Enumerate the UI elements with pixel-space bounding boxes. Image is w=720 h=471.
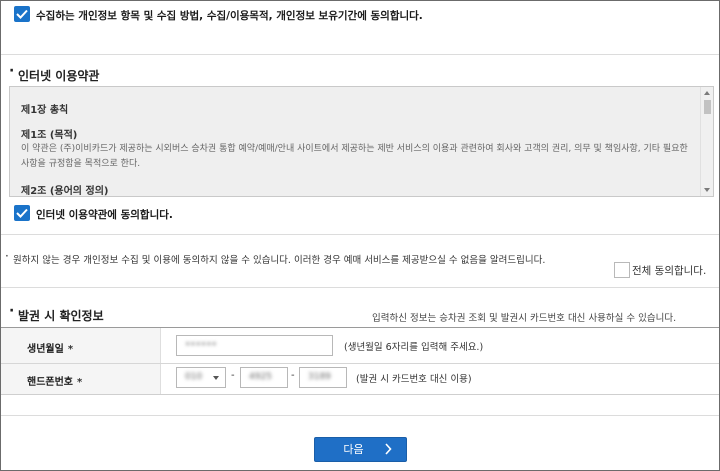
divider xyxy=(1,54,719,55)
privacy-consent-label: 수집하는 개인정보 항목 및 수집 방법, 수집/이용목적, 개인정보 보유기간… xyxy=(36,10,423,22)
agree-all-label: 전체 동의합니다. xyxy=(632,265,707,277)
phone-prefix-select[interactable]: 010 xyxy=(176,367,226,388)
divider xyxy=(1,234,719,235)
privacy-consent-checkbox[interactable] xyxy=(14,6,30,22)
terms-scrollbar[interactable] xyxy=(700,87,713,196)
required-mark: * xyxy=(67,344,74,355)
scroll-up-icon[interactable] xyxy=(704,91,710,95)
ticket-info-title: 발권 시 확인정보 xyxy=(9,303,104,324)
birth-help: (생년월일 6자리를 입력해 주세요.) xyxy=(344,342,484,353)
check-icon xyxy=(16,9,28,19)
chevron-right-icon xyxy=(385,443,392,455)
phone-middle-value: 4925 xyxy=(249,372,272,382)
divider xyxy=(1,287,719,288)
phone-last-input[interactable]: 3189 xyxy=(299,367,347,388)
phone-separator: - xyxy=(231,370,235,381)
consent-notice: 원하지 않는 경우 개인정보 수집 및 이용에 동의하지 않을 수 있습니다. … xyxy=(5,249,545,266)
chevron-down-icon xyxy=(213,376,219,380)
agree-all-checkbox[interactable] xyxy=(614,262,630,278)
terms-scrollbox[interactable]: 제1장 총칙 제1조 (목적) 이 약관은 (주)이비카드가 제공하는 시외버스… xyxy=(9,86,714,197)
terms-article2-title: 제2조 (용어의 정의) xyxy=(21,186,109,197)
terms-article1-body: 이 약관은 (주)이비카드가 제공하는 시외버스 승차권 통합 예약/예매/안내… xyxy=(21,144,688,169)
table-border xyxy=(1,394,719,395)
phone-prefix-value: 010 xyxy=(185,372,203,382)
phone-last-value: 3189 xyxy=(308,372,331,382)
birth-input-value: •••••• xyxy=(185,340,217,350)
scroll-thumb[interactable] xyxy=(704,100,711,114)
table-row-divider xyxy=(1,363,719,364)
terms-consent-label: 인터넷 이용약관에 동의합니다. xyxy=(36,209,173,221)
ticket-info-hint: 입력하신 정보는 승차권 조회 및 발권시 카드번호 대신 사용하실 수 있습니… xyxy=(372,313,677,324)
terms-chapter: 제1장 총칙 xyxy=(21,105,69,116)
required-mark: * xyxy=(77,377,83,388)
next-button[interactable]: 다음 xyxy=(314,437,407,462)
terms-section-title: 인터넷 이용약관 xyxy=(9,63,100,84)
next-button-label: 다음 xyxy=(343,443,364,456)
birth-input[interactable]: •••••• xyxy=(176,335,333,356)
terms-article1-title: 제1조 (목적) xyxy=(21,130,78,141)
terms-consent-checkbox[interactable] xyxy=(14,205,30,221)
check-icon xyxy=(16,208,28,218)
phone-middle-input[interactable]: 4925 xyxy=(240,367,288,388)
scroll-down-icon[interactable] xyxy=(704,188,710,192)
ticket-consent-form: 수집하는 개인정보 항목 및 수집 방법, 수집/이용목적, 개인정보 보유기간… xyxy=(0,0,720,471)
birth-label: 생년월일 * xyxy=(27,340,73,355)
divider xyxy=(1,415,719,416)
phone-separator: - xyxy=(291,370,295,381)
birth-label-text: 생년월일 xyxy=(27,344,64,355)
phone-help: (발권 시 카드번호 대신 이용) xyxy=(356,374,472,385)
phone-label: 핸드폰번호 * xyxy=(27,373,82,388)
phone-label-text: 핸드폰번호 xyxy=(27,377,73,388)
